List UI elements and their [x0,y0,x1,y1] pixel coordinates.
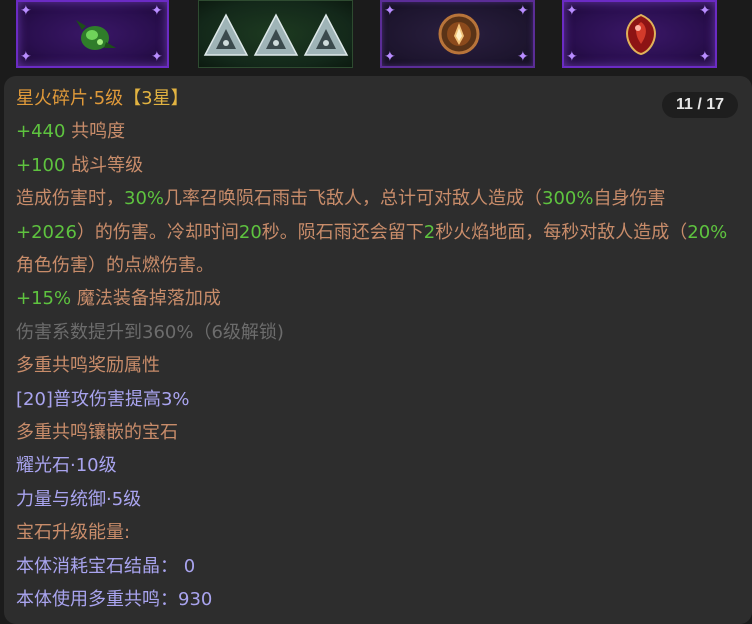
stat-label: 战斗等级 [65,154,144,176]
red-crest-gem-icon [626,13,656,56]
corner-ornament-icon: ✦ [699,3,711,19]
socketed-gems-header: 多重共鸣镶嵌的宝石 [16,422,178,444]
corner-ornament-icon: ✦ [151,3,163,19]
green-beetle-gem-icon [76,20,116,50]
gem-effect-description: 造成伤害时，30%几率召唤陨石雨击飞敌人，总计可对敌人造成（300%自身伤害 +2… [16,182,728,282]
stat-magic-find: +15% 魔法装备掉落加成 [16,282,728,315]
gem-slot-1[interactable]: ✦ ✦ ✦ ✦ [16,0,169,68]
fire-shard-gem-icon [438,13,480,55]
desc-text: 角色伤害）的点燃伤害。 [16,255,214,277]
corner-ornament-icon: ✦ [20,49,32,65]
desc-text: ）的伤害。冷却时间 [76,221,239,243]
desc-value: 20% [687,221,728,243]
desc-text: 秒火焰地面，每秒对敌人造成（ [435,221,688,243]
corner-ornament-icon: ✦ [699,49,711,65]
stat-resonance: +440 共鸣度 [16,115,728,148]
tooltip-lines: 星火碎片·5级【3星】 +440 共鸣度 +100 战斗等级 造成伤害时，30%… [16,82,728,617]
desc-value: +2026 [16,221,77,243]
corner-ornament-icon: ✦ [517,49,529,65]
locked-upgrade-line: 伤害系数提升到360%（6级解锁) [16,321,284,343]
gem-stars: 【3星】 [123,88,189,109]
corner-ornament-icon: ✦ [517,3,529,19]
stat-combat-level: +100 战斗等级 [16,149,728,182]
socketed-gem-2: 力量与统御·5级 [16,488,142,510]
stat-value: +440 [16,121,66,143]
desc-text: 几率召唤陨石雨击飞敌人，总计可对敌人造成（ [164,188,543,210]
stat-value: +100 [16,154,66,176]
desc-value: 30% [124,188,165,210]
desc-value: 300% [542,188,594,210]
desc-value: 2 [423,221,436,243]
gem-tooltip-screen: ✦ ✦ ✦ ✦ ✦ ✦ ✦ ✦ ✦ ✦ ✦ ✦ 11 / 17 星火碎片·5级【… [0,0,752,624]
crystal-cost-line: 本体消耗宝石结晶： 0 [16,555,196,577]
gem-name: 星火碎片·5级 [16,88,124,109]
stat-label: 魔法装备掉落加成 [71,288,221,310]
desc-text: 秒。陨石雨还会留下 [261,221,424,243]
gem-title: 星火碎片·5级【3星】 [16,82,728,115]
gem-tooltip-panel: 11 / 17 星火碎片·5级【3星】 +440 共鸣度 +100 战斗等级 造… [4,76,752,624]
stat-label: 共鸣度 [65,121,126,143]
desc-value: 20 [238,221,262,243]
gem-slot-strip: ✦ ✦ ✦ ✦ ✦ ✦ ✦ ✦ ✦ ✦ ✦ ✦ [0,0,752,72]
desc-text: 造成伤害时， [16,188,124,210]
gem-slot-3[interactable]: ✦ ✦ ✦ ✦ [380,0,535,68]
gem-slot-4[interactable]: ✦ ✦ ✦ ✦ [562,0,717,68]
stat-value: +15% [16,288,72,310]
corner-ornament-icon: ✦ [566,49,578,65]
corner-ornament-icon: ✦ [384,49,396,65]
socketed-gem-1: 耀光石·10级 [16,455,117,477]
corner-ornament-icon: ✦ [566,3,578,19]
corner-ornament-icon: ✦ [384,3,396,19]
resonance-bonus-header: 多重共鸣奖励属性 [16,355,160,377]
triple-triangle-rune-icon [203,13,349,56]
resonance-use-line: 本体使用多重共鸣：930 [16,589,213,611]
resonance-bonus-item: [20]普攻伤害提高3% [16,388,190,410]
gem-slot-2[interactable] [198,0,353,68]
corner-ornament-icon: ✦ [151,49,163,65]
upgrade-energy-header: 宝石升级能量: [16,522,131,544]
corner-ornament-icon: ✦ [20,3,32,19]
desc-text: 自身伤害 [593,188,666,210]
